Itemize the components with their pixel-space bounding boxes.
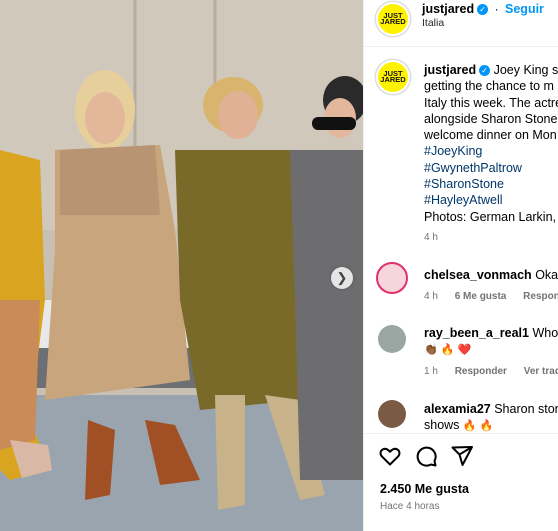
comment: chelsea_vonmach Okay 4 h 6 Me gusta Resp… bbox=[424, 268, 558, 302]
comment-emojis: 👏🏾 🔥 ❤️ bbox=[424, 344, 472, 356]
hashtag-link[interactable]: #HayleyAtwell bbox=[424, 192, 558, 208]
logo-text-bottom: JARED bbox=[380, 75, 406, 84]
account-name[interactable]: justjared bbox=[422, 2, 474, 16]
caption-avatar[interactable]: JUST JARED bbox=[376, 60, 410, 94]
translate-button[interactable]: Ver tradu bbox=[524, 366, 558, 377]
photo-credit: Photos: German Larkin, I bbox=[424, 209, 558, 224]
comment-time: 4 h bbox=[424, 291, 438, 302]
comment-time: 1 h bbox=[424, 366, 438, 377]
caption-line: Joey King sa bbox=[493, 63, 558, 77]
post-image bbox=[0, 0, 363, 531]
comment-text: Okay bbox=[535, 268, 558, 282]
likes-count[interactable]: 2.450 Me gusta bbox=[380, 482, 469, 496]
next-image-button[interactable]: ❯ bbox=[331, 267, 353, 289]
post-sidebar: JUST JARED justjared ✓ · Seguir Italia JU… bbox=[363, 0, 558, 531]
comment-username[interactable]: chelsea_vonmach bbox=[424, 268, 532, 282]
account-avatar[interactable]: JUST JARED bbox=[376, 2, 410, 36]
logo-text-bottom: JARED bbox=[380, 17, 406, 26]
post-time: Hace 4 horas bbox=[380, 501, 440, 512]
caption-timestamp: 4 h bbox=[424, 231, 438, 243]
caption-username[interactable]: justjared bbox=[424, 63, 476, 77]
hashtag-link[interactable]: #GwynethPaltrow bbox=[424, 160, 558, 176]
comment-username[interactable]: ray_been_a_real1 bbox=[424, 326, 529, 340]
post-caption: justjared✓ Joey King sa getting the chan… bbox=[424, 62, 558, 246]
comment: ray_been_a_real1 Whoev 👏🏾 🔥 ❤️ 1 h Respo… bbox=[424, 326, 558, 377]
chevron-right-icon: ❯ bbox=[336, 270, 348, 285]
comment: alexamia27 Sharon ston shows 🔥 🔥 bbox=[424, 402, 558, 432]
comment-text: Whoev bbox=[532, 326, 558, 340]
caption-line: welcome dinner on Mon bbox=[424, 128, 557, 143]
verified-badge-icon: ✓ bbox=[479, 65, 491, 76]
commenter-avatar[interactable] bbox=[378, 400, 406, 428]
hashtag-link[interactable]: #SharonStone bbox=[424, 176, 558, 192]
comment-text: Sharon ston bbox=[494, 402, 558, 416]
post-photo[interactable]: ❯ bbox=[0, 0, 363, 531]
comment-likes[interactable]: 6 Me gusta bbox=[455, 291, 507, 302]
verified-badge-icon: ✓ bbox=[477, 4, 489, 15]
comment-icon[interactable] bbox=[414, 444, 438, 468]
post-header: JUST JARED justjared ✓ · Seguir Italia bbox=[364, 0, 558, 47]
caption-line: alongside Sharon Stone bbox=[424, 111, 558, 126]
reply-button[interactable]: Responder bbox=[523, 291, 558, 302]
share-icon[interactable] bbox=[450, 444, 474, 468]
separator-dot: · bbox=[494, 2, 499, 16]
comment-text: shows bbox=[424, 418, 460, 432]
commenter-avatar[interactable] bbox=[376, 262, 408, 294]
reply-button[interactable]: Responder bbox=[455, 366, 507, 377]
comment-username[interactable]: alexamia27 bbox=[424, 402, 491, 416]
hashtag-link[interactable]: #JoeyKing bbox=[424, 143, 558, 159]
caption-line: getting the chance to m bbox=[424, 79, 554, 94]
caption-line: Italy this week. The actre bbox=[424, 95, 558, 110]
heart-icon[interactable] bbox=[378, 444, 402, 468]
post-location[interactable]: Italia bbox=[422, 17, 444, 29]
comment-emojis: 🔥 🔥 bbox=[462, 420, 494, 432]
commenter-avatar[interactable] bbox=[378, 325, 406, 353]
follow-button[interactable]: Seguir bbox=[505, 2, 544, 16]
